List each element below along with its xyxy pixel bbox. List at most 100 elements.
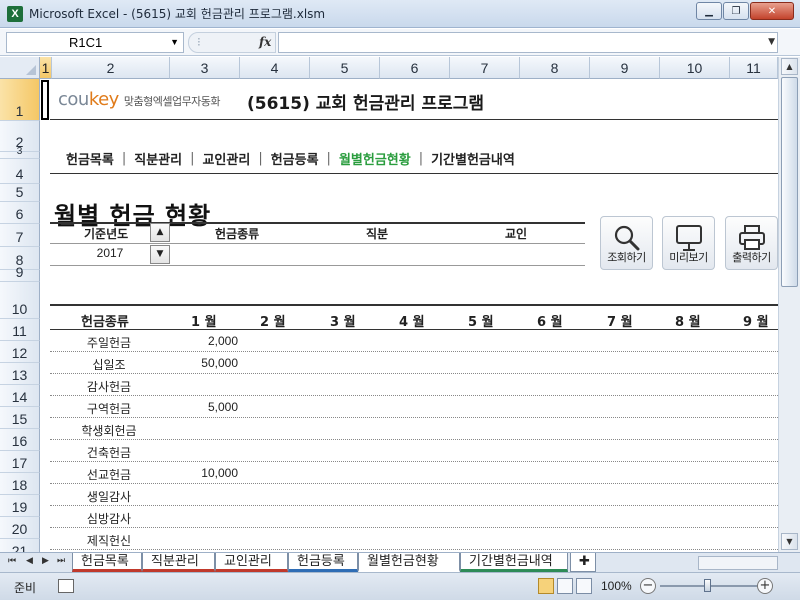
- table-row[interactable]: 생일감사: [50, 484, 778, 506]
- row-header[interactable]: 4: [0, 159, 40, 184]
- vertical-scroll-thumb[interactable]: [781, 77, 798, 287]
- triangle-up-icon: ▲: [156, 227, 164, 237]
- row-header[interactable]: 9: [0, 264, 40, 282]
- row-header[interactable]: 15: [0, 407, 40, 429]
- offering-type-cell: 생일감사: [86, 490, 132, 504]
- sheet-tab[interactable]: 헌금목록: [72, 553, 142, 572]
- sheet-tab[interactable]: 교인관리: [215, 553, 288, 572]
- row-header[interactable]: 13: [0, 363, 40, 385]
- zoom-out-button[interactable]: −: [640, 578, 656, 594]
- name-box[interactable]: R1C1 ▼: [6, 32, 184, 53]
- sheet-tab[interactable]: 직분관리: [142, 553, 215, 572]
- maximize-button[interactable]: ❐: [723, 2, 749, 20]
- row-header[interactable]: 10: [0, 282, 40, 319]
- nav-item[interactable]: 교인관리: [194, 149, 258, 168]
- table-row[interactable]: 건축헌금: [50, 440, 778, 462]
- row-header[interactable]: 12: [0, 341, 40, 363]
- row-header[interactable]: 14: [0, 385, 40, 407]
- row-header[interactable]: 18: [0, 473, 40, 495]
- row-header[interactable]: 19: [0, 495, 40, 517]
- logo-subtitle: 맞춤형엑셀업무자동화: [123, 95, 221, 108]
- column-header[interactable]: 7: [450, 57, 520, 79]
- excel-app-icon[interactable]: X: [7, 5, 23, 22]
- table-row[interactable]: 감사헌금: [50, 374, 778, 396]
- table-row[interactable]: 심방감사: [50, 506, 778, 528]
- year-down-button[interactable]: ▼: [150, 245, 170, 264]
- last-sheet-icon[interactable]: ⏭: [57, 556, 65, 566]
- column-header[interactable]: 10: [660, 57, 730, 79]
- expand-formula-icon[interactable]: ▼: [768, 37, 775, 47]
- chevron-down-icon[interactable]: ▼: [170, 33, 179, 52]
- row-header[interactable]: 7: [0, 224, 40, 247]
- sheet-tab[interactable]: 월별헌금현황: [358, 553, 460, 572]
- column-header[interactable]: 1: [40, 57, 52, 79]
- column-header[interactable]: 4: [240, 57, 310, 79]
- table-row[interactable]: 학생회헌금: [50, 418, 778, 440]
- row-header[interactable]: 5: [0, 184, 40, 202]
- row-header[interactable]: 21: [0, 539, 40, 552]
- column-header[interactable]: 8: [520, 57, 590, 79]
- table-column-header: 9 월: [743, 315, 769, 330]
- prev-sheet-icon[interactable]: ◀: [26, 556, 33, 566]
- table-column-header: 4 월: [399, 315, 425, 330]
- nav-item[interactable]: 헌금등록: [263, 149, 327, 168]
- table-column-header: 5 월: [468, 315, 494, 330]
- table-row[interactable]: 선교헌금 10,000: [50, 462, 778, 484]
- search-button[interactable]: 조회하기: [600, 216, 653, 270]
- sheet-canvas[interactable]: cou key 맞춤형엑셀업무자동화 (5615) 교회 헌금관리 프로그램 헌금…: [40, 79, 778, 552]
- nav-item[interactable]: 직분관리: [126, 149, 190, 168]
- normal-view-button[interactable]: [538, 578, 554, 594]
- table-row[interactable]: 제직헌신: [50, 528, 778, 550]
- table-header: 헌금종류 1 월 2 월 3 월 4 월 5 월 6 월 7 월 8 월 9 월: [50, 304, 778, 330]
- table-row[interactable]: 십일조 50,000: [50, 352, 778, 374]
- column-header[interactable]: 9: [590, 57, 660, 79]
- table-row[interactable]: 구역헌금 5,000: [50, 396, 778, 418]
- row-header[interactable]: 16: [0, 429, 40, 451]
- sheet-tab[interactable]: 기간별헌금내역: [460, 553, 568, 572]
- row-header[interactable]: 11: [0, 319, 40, 341]
- close-button[interactable]: ✕: [750, 2, 794, 20]
- table-column-header: 1 월: [191, 315, 217, 330]
- horizontal-scrollbar[interactable]: [698, 556, 778, 570]
- minimize-button[interactable]: ▁: [696, 2, 722, 20]
- column-header[interactable]: 2: [52, 57, 170, 79]
- column-header[interactable]: 6: [380, 57, 450, 79]
- nav-item[interactable]: 헌금목록: [58, 149, 122, 168]
- active-cell-cursor: [41, 80, 49, 120]
- nav-item[interactable]: 기간별헌금내역: [423, 149, 523, 168]
- first-sheet-icon[interactable]: ⏮: [8, 556, 16, 566]
- column-header[interactable]: 5: [310, 57, 380, 79]
- next-sheet-icon[interactable]: ▶: [42, 556, 49, 566]
- navigation-menu: 헌금목록 | 직분관리 | 교인관리 | 헌금등록 | 월별헌금현황 | 기간별헌금내역: [58, 149, 523, 168]
- print-button[interactable]: 출력하기: [725, 216, 778, 270]
- triangle-down-icon: ▼: [156, 249, 164, 259]
- table-row[interactable]: 주일헌금 2,000: [50, 330, 778, 352]
- row-header[interactable]: 20: [0, 517, 40, 539]
- scroll-down-button[interactable]: ▼: [781, 533, 798, 550]
- page-layout-view-button[interactable]: [557, 578, 573, 594]
- macro-record-icon[interactable]: [58, 579, 74, 593]
- insert-function-icon[interactable]: fx: [259, 35, 271, 49]
- title-bar: X Microsoft Excel - (5615) 교회 헌금관리 프로그램.…: [0, 0, 800, 28]
- year-up-button[interactable]: ▲: [150, 223, 170, 242]
- sheet-tab[interactable]: 헌금등록: [288, 553, 358, 572]
- row-header[interactable]: 3: [0, 146, 40, 159]
- select-all-corner[interactable]: [0, 57, 40, 79]
- preview-button[interactable]: 미리보기: [662, 216, 715, 270]
- column-header[interactable]: 11: [730, 57, 778, 79]
- page-break-view-button[interactable]: [576, 578, 592, 594]
- column-header[interactable]: 3: [170, 57, 240, 79]
- row-header[interactable]: 1: [0, 79, 40, 121]
- zoom-level[interactable]: 100%: [601, 579, 632, 593]
- formula-input[interactable]: ▼: [278, 32, 778, 53]
- scroll-up-button[interactable]: ▲: [781, 58, 798, 75]
- zoom-in-button[interactable]: +: [757, 578, 773, 594]
- row-header[interactable]: 6: [0, 202, 40, 224]
- monitor-icon: [675, 225, 702, 251]
- row-header[interactable]: 17: [0, 451, 40, 473]
- nav-item[interactable]: 월별헌금현황: [331, 149, 419, 168]
- vertical-scrollbar[interactable]: ▲ ▼: [778, 57, 800, 552]
- insert-sheet-icon[interactable]: ✚: [570, 553, 596, 572]
- zoom-slider-thumb[interactable]: [704, 579, 711, 592]
- member-label: 교인: [505, 227, 528, 241]
